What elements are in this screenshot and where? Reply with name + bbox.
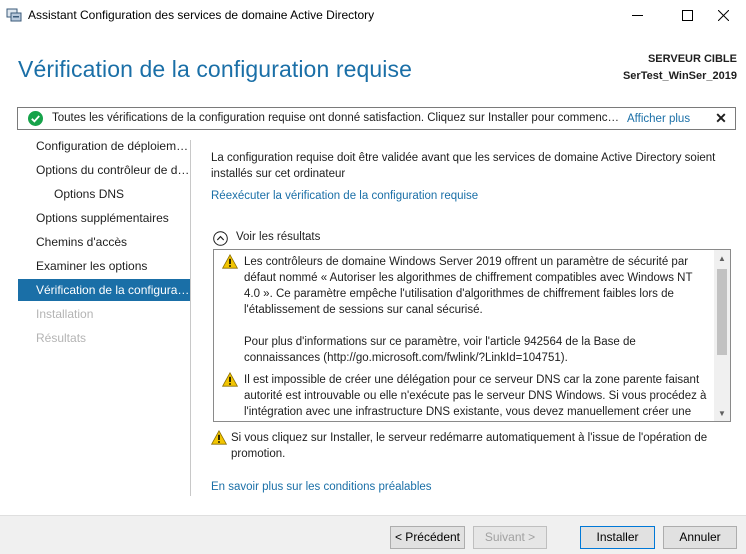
sidebar-item-deployment-config[interactable]: Configuration de déploiement	[18, 135, 190, 157]
cancel-button[interactable]: Annuler	[663, 526, 737, 549]
warning-icon	[211, 430, 227, 445]
sidebar-item-review-options[interactable]: Examiner les options	[18, 255, 190, 277]
results-list: Les contrôleurs de domaine Windows Serve…	[214, 250, 714, 421]
install-button[interactable]: Installer	[580, 526, 655, 549]
notification-text: Toutes les vérifications de la configura…	[52, 112, 624, 124]
result-message: Les contrôleurs de domaine Windows Serve…	[244, 256, 693, 316]
minimize-icon[interactable]	[614, 0, 660, 30]
results-scrollbar[interactable]: ▲ ▼	[714, 250, 730, 421]
scroll-down-icon[interactable]: ▼	[714, 405, 730, 421]
window-title: Assistant Configuration des services de …	[28, 8, 375, 22]
show-more-link[interactable]: Afficher plus	[627, 113, 690, 125]
learn-more-link[interactable]: En savoir plus sur les conditions préala…	[211, 481, 432, 493]
target-server-label: SERVEUR CIBLE	[647, 53, 737, 65]
sidebar-item-results: Résultats	[36, 331, 87, 345]
sidebar-divider	[190, 140, 191, 496]
page-title: Vérification de la configuration requise	[18, 56, 412, 82]
next-button: Suivant >	[473, 526, 547, 549]
target-server-value: SerTest_WinSer_2019	[622, 70, 737, 82]
collapse-chevron-icon[interactable]	[213, 231, 228, 246]
notification-bar: Toutes les vérifications de la configura…	[17, 107, 736, 130]
result-message: Pour plus d'informations sur ce paramètr…	[244, 336, 636, 364]
rerun-check-link[interactable]: Réexécuter la vérification de la configu…	[211, 190, 478, 202]
sidebar-item-dc-options[interactable]: Options du contrôleur de domaine	[18, 159, 190, 181]
sidebar-item-installation: Installation	[36, 307, 94, 321]
close-notification-icon[interactable]: ✕	[713, 110, 729, 126]
results-panel[interactable]: Les contrôleurs de domaine Windows Serve…	[213, 249, 731, 422]
intro-text: La configuration requise doit être valid…	[211, 152, 716, 180]
view-results-toggle[interactable]: Voir les résultats	[236, 231, 320, 243]
success-check-icon	[28, 111, 43, 126]
sidebar-item-additional-options[interactable]: Options supplémentaires	[18, 207, 190, 229]
scrollbar-thumb[interactable]	[717, 269, 727, 355]
server-manager-icon	[6, 8, 22, 22]
warning-icon	[222, 372, 238, 387]
close-icon[interactable]	[700, 0, 746, 30]
sidebar-item-prerequisites-check[interactable]: Vérification de la configuration requise	[18, 279, 190, 301]
result-message: Il est impossible de créer une délégatio…	[244, 374, 707, 418]
sidebar-item-paths[interactable]: Chemins d'accès	[18, 231, 190, 253]
title-bar: Assistant Configuration des services de …	[0, 0, 746, 30]
previous-button[interactable]: < Précédent	[390, 526, 465, 549]
scroll-up-icon[interactable]: ▲	[714, 250, 730, 266]
sidebar-item-dns-options[interactable]: Options DNS	[18, 183, 190, 205]
warning-icon	[222, 254, 238, 269]
restart-warning-text: Si vous cliquez sur Installer, le serveu…	[231, 432, 708, 460]
